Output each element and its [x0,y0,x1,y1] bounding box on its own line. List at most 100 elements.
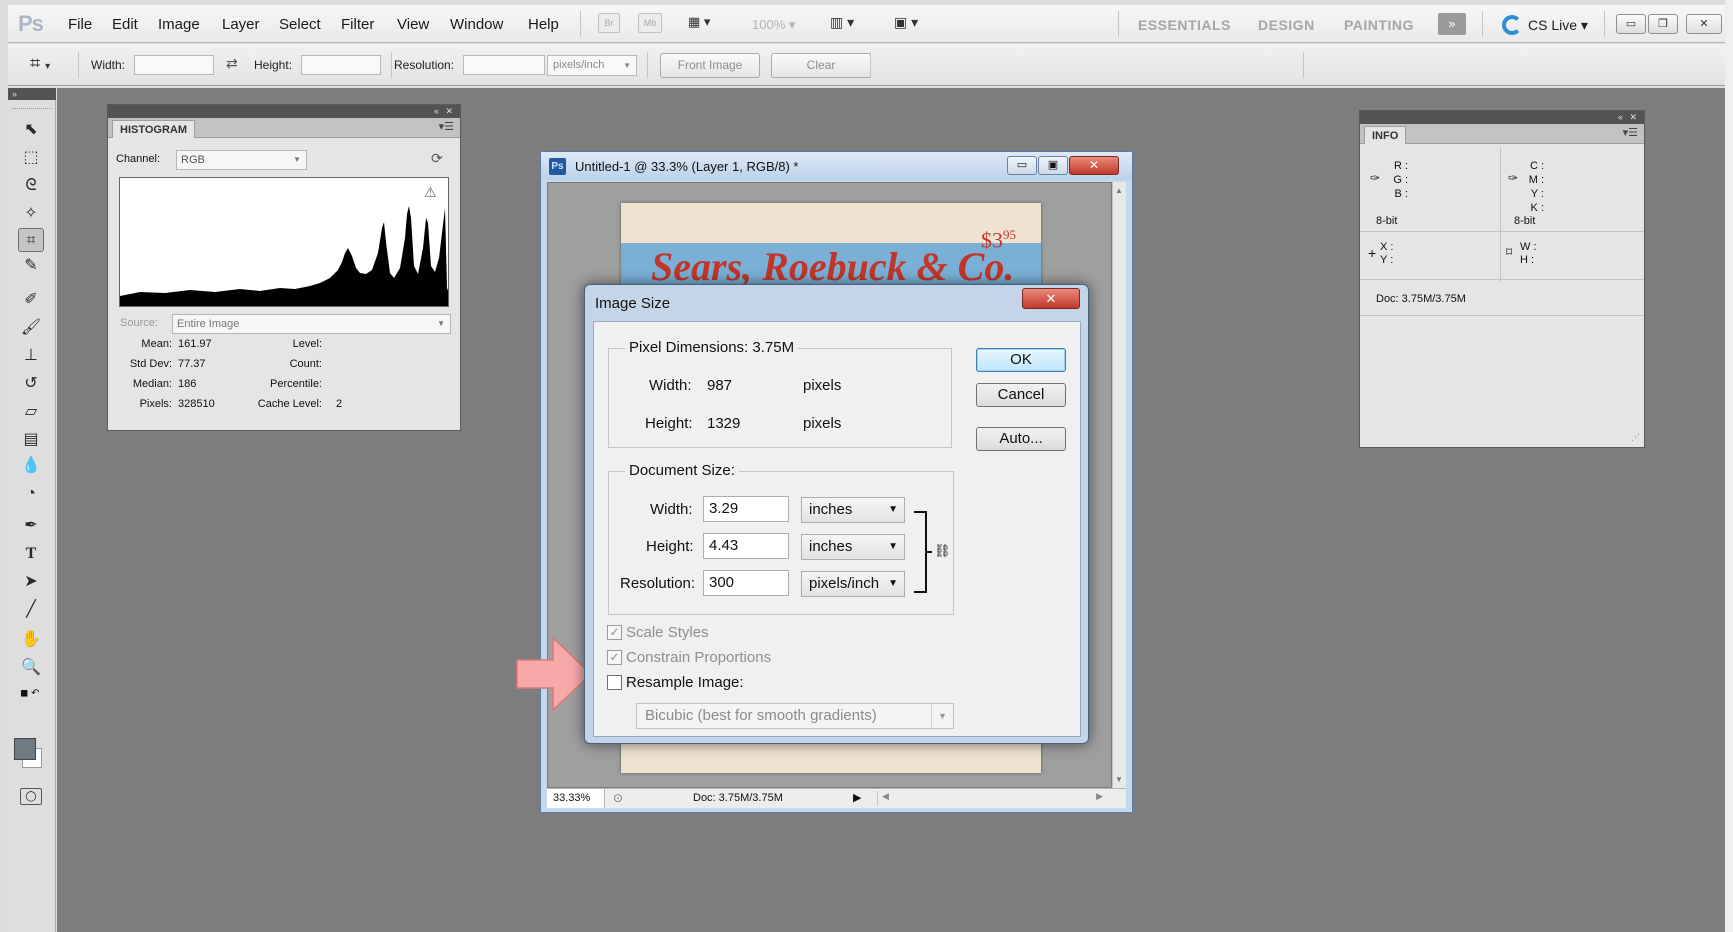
quick-selection-icon[interactable]: ✧ [18,202,44,226]
zoom-level[interactable]: 100% ▾ [752,17,812,33]
mini-bridge-icon[interactable]: Mb [638,13,662,33]
doc-height-input[interactable]: 4.43 [703,533,789,559]
resize-grip-icon[interactable]: ⋰ [1631,432,1640,443]
history-brush-icon[interactable]: ↺ [18,372,44,396]
blur-icon[interactable]: 💧 [18,454,44,478]
menu-window[interactable]: Window [450,16,503,33]
tab-histogram[interactable]: HISTOGRAM [112,120,196,138]
tab-info[interactable]: INFO [1364,126,1407,144]
close-icon[interactable]: ✕ [1069,156,1119,175]
scroll-right-icon[interactable]: ▶ [1096,791,1103,802]
rectangular-marquee-icon[interactable]: ⬚ [18,146,44,170]
zoom-icon[interactable]: 🔍 [18,656,44,680]
constrain-proportions-checkbox[interactable]: ✓ [607,650,622,665]
menu-filter[interactable]: Filter [341,16,374,33]
eyedropper-icon[interactable]: ✎ [18,254,44,278]
crop-icon[interactable]: ⌗ [18,228,44,252]
menu-image[interactable]: Image [158,16,200,33]
collapse-icon[interactable]: « [434,106,441,116]
minimize-icon[interactable]: ▭ [1007,156,1037,175]
maximize-icon[interactable]: ▣ [1038,156,1068,175]
doc-width-unit-select[interactable]: inches ▼ [801,497,905,523]
close-icon[interactable]: ✕ [1022,288,1080,309]
foreground-color-swatch[interactable] [14,738,36,760]
menu-layer[interactable]: Layer [222,16,260,33]
doc-width-input[interactable]: 3.29 [703,496,789,522]
workspace-painting[interactable]: PAINTING [1344,17,1414,33]
resolution-input[interactable]: 300 [703,570,789,596]
panel-menu-icon[interactable]: ▾☰ [1623,126,1638,139]
screen-mode-icon[interactable]: ▣ ▾ [894,14,932,31]
scroll-left-icon[interactable]: ◀ [882,791,889,802]
status-menu-arrow-icon[interactable]: ▶ [853,791,861,804]
quick-mask-icon[interactable]: ◯ [20,788,42,805]
auto-button[interactable]: Auto... [976,427,1066,451]
type-icon[interactable]: T [18,542,44,566]
collapse-icon[interactable]: « [1618,112,1625,122]
move-tool-icon[interactable]: ⬉ [18,118,44,142]
channel-select[interactable]: RGB ▼ [176,150,307,170]
tools-panel-collapse-icon[interactable]: » [8,88,56,100]
workspace-essentials[interactable]: ESSENTIALS [1138,17,1231,33]
horizontal-scrollbar[interactable]: ◀ ▶ [877,791,1107,806]
resample-method-select[interactable]: Bicubic (best for smooth gradients) ▼ [636,703,954,729]
refresh-icon[interactable]: ⟳ [431,150,443,167]
doc-width-label: Width: [650,501,693,518]
menu-file[interactable]: File [68,16,92,33]
clone-stamp-icon[interactable]: ⊥ [18,344,44,368]
eyedropper-icon[interactable]: ✑ [1508,171,1518,185]
arrange-documents-icon[interactable]: ▥ ▾ [830,14,868,31]
restore-icon[interactable]: ❐ [1648,14,1678,34]
width-input[interactable] [134,55,214,75]
menu-select[interactable]: Select [279,16,321,33]
brush-icon[interactable]: 🖌 [18,316,44,340]
rgb-labels: R :G :B : [1393,160,1408,200]
close-icon[interactable]: ✕ [1629,112,1639,122]
spot-healing-icon[interactable]: ✐ [18,288,44,312]
resolution-unit-select[interactable]: pixels/inch ▼ [801,571,905,597]
scale-styles-checkbox[interactable]: ✓ [607,625,622,640]
menu-help[interactable]: Help [528,16,559,33]
vertical-scrollbar[interactable]: ▲ ▼ [1112,182,1126,788]
panel-menu-icon[interactable]: ▾☰ [439,120,454,133]
status-options-icon[interactable]: ⊙ [613,791,623,805]
line-icon[interactable]: ╱ [18,598,44,622]
bridge-icon[interactable]: Br [598,13,620,33]
gradient-icon[interactable]: ▤ [18,428,44,452]
crop-tool-preset-icon[interactable]: ⌗ ▾ [30,53,50,74]
zoom-field[interactable]: 33.33% [547,789,605,808]
resample-image-checkbox[interactable] [607,675,622,690]
scroll-up-icon[interactable]: ▲ [1115,186,1123,195]
ok-button[interactable]: OK [976,348,1066,372]
crosshair-icon: + [1368,245,1377,261]
extras-icon[interactable]: ▦ ▾ [688,14,726,34]
path-selection-icon[interactable]: ➤ [18,570,44,594]
double-chevron-icon[interactable]: » [1438,13,1466,35]
minimize-icon[interactable]: ▭ [1616,14,1646,34]
close-icon[interactable]: ✕ [445,106,455,116]
menu-edit[interactable]: Edit [112,16,138,33]
dodge-icon[interactable]: ◔ [18,482,44,506]
height-label: Height: [254,58,293,72]
hand-icon[interactable]: ✋ [18,628,44,652]
pen-icon[interactable]: ✒ [18,514,44,538]
cancel-button[interactable]: Cancel [976,383,1066,407]
default-colors-icon[interactable]: ◼ ↶ [20,688,39,699]
swap-icon[interactable]: ⇄ [226,55,238,72]
resolution-input[interactable] [463,55,545,75]
channel-label: Channel: [116,153,161,165]
eraser-icon[interactable]: ▱ [18,400,44,424]
clear-button[interactable]: Clear [771,53,871,78]
resolution-unit-select[interactable]: pixels/inch ▼ [547,55,637,76]
scroll-down-icon[interactable]: ▼ [1115,775,1123,784]
lasso-icon[interactable]: ᘓ [18,174,44,198]
height-input[interactable] [301,55,381,75]
menu-view[interactable]: View [397,16,429,33]
eyedropper-icon[interactable]: ✑ [1370,171,1380,185]
doc-height-unit-select[interactable]: inches ▼ [801,534,905,560]
source-select[interactable]: Entire Image ▼ [172,314,451,334]
front-image-button[interactable]: Front Image [660,53,760,78]
cs-live-menu[interactable]: CS Live ▾ [1528,17,1588,34]
close-icon[interactable]: ✕ [1686,14,1722,34]
workspace-design[interactable]: DESIGN [1258,17,1315,33]
